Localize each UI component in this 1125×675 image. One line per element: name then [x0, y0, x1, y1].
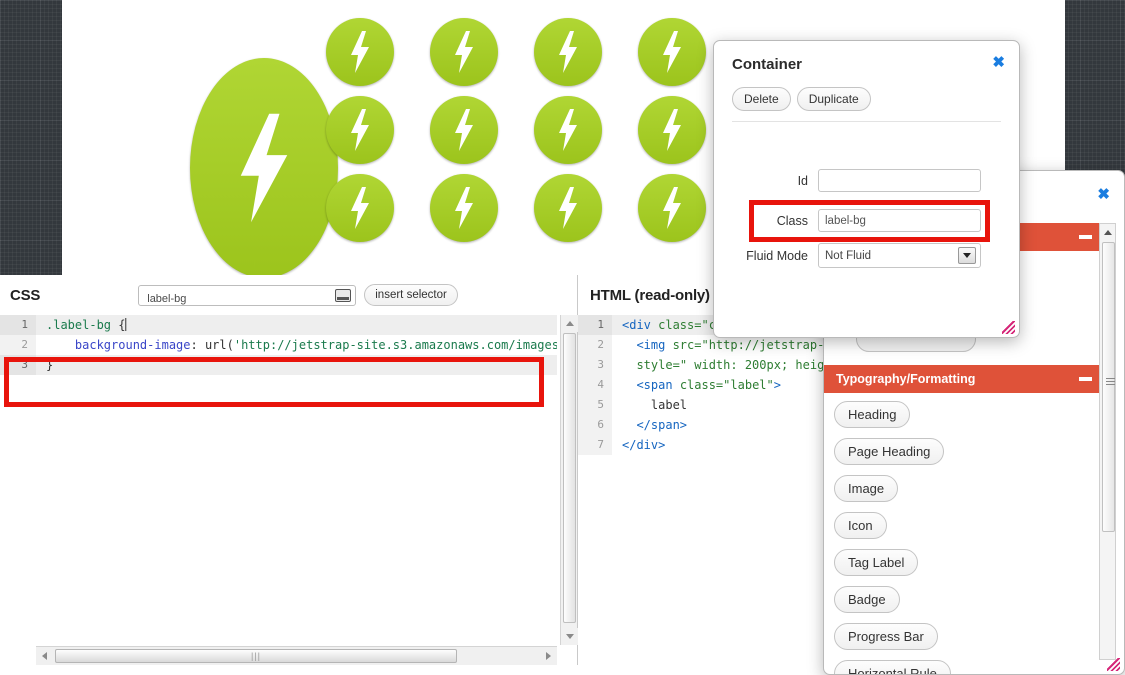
minimize-icon[interactable] [1079, 235, 1092, 239]
fluid-mode-label: Fluid Mode [746, 248, 808, 263]
typography-button-badge[interactable]: Badge [834, 586, 900, 613]
lightning-bolt-icon [534, 174, 602, 242]
typography-button-horizontal-rule[interactable]: Horizontal Rule [834, 660, 951, 674]
lightning-grid-item[interactable] [326, 18, 394, 86]
dialog-title: Container [732, 56, 803, 73]
css-panel: CSS label-bg insert selector 1 .label-bg … [0, 275, 578, 665]
css-panel-title: CSS [10, 286, 41, 304]
fluid-mode-value: Not Fluid [825, 249, 872, 262]
line-number: 6 [578, 415, 612, 435]
lightning-bolt-icon [430, 18, 498, 86]
typography-section-header[interactable]: Typography/Formatting [824, 365, 1106, 393]
html-panel-title: HTML (read-only) [590, 286, 710, 304]
code-line: 3} [0, 355, 557, 375]
typography-button-tag-label[interactable]: Tag Label [834, 549, 919, 576]
lightning-grid-item[interactable] [534, 174, 602, 242]
monitor-icon[interactable] [335, 288, 352, 302]
insert-selector-button[interactable]: insert selector [364, 284, 458, 306]
lightning-bolt-icon [534, 96, 602, 164]
text-caret [125, 318, 128, 331]
lightning-bolt-icon [638, 96, 706, 164]
lightning-bolt-icon [638, 174, 706, 242]
fluid-mode-row: Fluid Mode Not Fluid [714, 243, 1019, 268]
container-properties-dialog[interactable]: Container ✖ Delete Duplicate Id Class la… [713, 40, 1020, 338]
lightning-grid-item[interactable] [430, 18, 498, 86]
css-code-editor[interactable]: 1 .label-bg {2 background-image: url('htt… [0, 315, 557, 645]
typography-button-page-heading[interactable]: Page Heading [834, 438, 945, 465]
css-code-area[interactable]: 1 .label-bg {2 background-image: url('htt… [0, 315, 578, 665]
chevron-down-icon[interactable] [958, 247, 976, 264]
fluid-mode-select[interactable]: Not Fluid [818, 243, 981, 268]
delete-button[interactable]: Delete [732, 87, 791, 111]
typography-button-progress-bar[interactable]: Progress Bar [834, 623, 938, 650]
typography-section-title: Typography/Formatting [836, 372, 976, 386]
code-text: background-image: url('http://jetstrap-s… [74, 338, 557, 352]
css-hscroll-thumb[interactable]: ||| [55, 649, 457, 663]
typography-button-list: Heading Page Heading Image Icon Tag Label Bad… [834, 401, 1096, 674]
lightning-bolt-icon [534, 18, 602, 86]
lightning-grid-item[interactable] [534, 96, 602, 164]
grip-lines-icon [1106, 378, 1115, 387]
duplicate-button[interactable]: Duplicate [796, 87, 871, 111]
close-icon[interactable]: ✖ [1097, 187, 1110, 202]
minimize-icon[interactable] [1079, 377, 1092, 381]
scroll-up-arrow-icon[interactable] [561, 315, 578, 332]
code-text: } [36, 355, 557, 375]
lightning-grid-item[interactable] [638, 18, 706, 86]
typography-button-heading[interactable]: Heading [834, 401, 911, 428]
line-number: 1 [578, 315, 612, 335]
lightning-bolt-icon [326, 96, 394, 164]
lightning-grid-item[interactable] [430, 174, 498, 242]
line-number: 2 [0, 335, 36, 355]
line-number: 3 [578, 355, 612, 375]
lightning-grid-item[interactable] [638, 96, 706, 164]
line-number: 2 [578, 335, 612, 355]
selector-input-value: label-bg [147, 293, 187, 305]
id-input[interactable] [818, 169, 981, 192]
typography-button-image[interactable]: Image [834, 475, 899, 502]
code-line: 1 .label-bg { [0, 315, 557, 335]
class-input[interactable]: label-bg [818, 209, 981, 232]
css-horizontal-scrollbar[interactable]: ||| [36, 646, 557, 665]
close-icon[interactable]: ✖ [992, 55, 1005, 70]
lightning-grid-item[interactable] [326, 96, 394, 164]
scroll-up-arrow-icon[interactable] [1100, 224, 1115, 240]
line-number: 7 [578, 435, 612, 455]
css-scroll-thumb[interactable] [563, 333, 576, 623]
code-line: 2 background-image: url('http://jetstrap… [0, 335, 557, 355]
class-field-row: Class label-bg [714, 209, 1019, 232]
dialog-action-buttons: Delete Duplicate [732, 87, 871, 111]
lightning-grid-item[interactable] [430, 96, 498, 164]
css-panel-header: CSS label-bg insert selector [0, 275, 577, 315]
line-number: 1 [0, 315, 36, 335]
hero-lightning-element[interactable] [190, 58, 338, 275]
scroll-left-arrow-icon[interactable] [36, 647, 53, 666]
typography-button-icon[interactable]: Icon [834, 512, 887, 539]
scroll-down-arrow-icon[interactable] [561, 628, 578, 645]
lightning-bolt-icon [190, 58, 338, 275]
code-text: .label-bg { [36, 315, 557, 335]
dialog-divider [732, 121, 1001, 122]
scroll-right-arrow-icon[interactable] [540, 647, 557, 666]
lightning-bolt-icon [326, 18, 394, 86]
palette-scrollbar[interactable] [1099, 223, 1116, 660]
id-field-row: Id [714, 169, 1019, 192]
lightning-grid-item[interactable] [326, 174, 394, 242]
lightning-bolt-icon [638, 18, 706, 86]
lightning-bolt-icon [430, 96, 498, 164]
line-number: 3 [0, 355, 36, 375]
selector-input[interactable]: label-bg [138, 284, 357, 306]
id-field-label: Id [797, 173, 808, 188]
line-number: 4 [578, 375, 612, 395]
palette-scroll-thumb[interactable] [1102, 242, 1115, 532]
resize-grip-icon[interactable] [1107, 658, 1120, 671]
lightning-bolt-icon [326, 174, 394, 242]
lightning-grid-item[interactable] [638, 174, 706, 242]
css-vertical-scrollbar[interactable] [560, 315, 578, 645]
resize-grip-icon[interactable] [1002, 321, 1015, 334]
lightning-grid-item[interactable] [534, 18, 602, 86]
lightning-bolt-icon [430, 174, 498, 242]
line-number: 5 [578, 395, 612, 415]
class-field-label: Class [776, 213, 808, 228]
